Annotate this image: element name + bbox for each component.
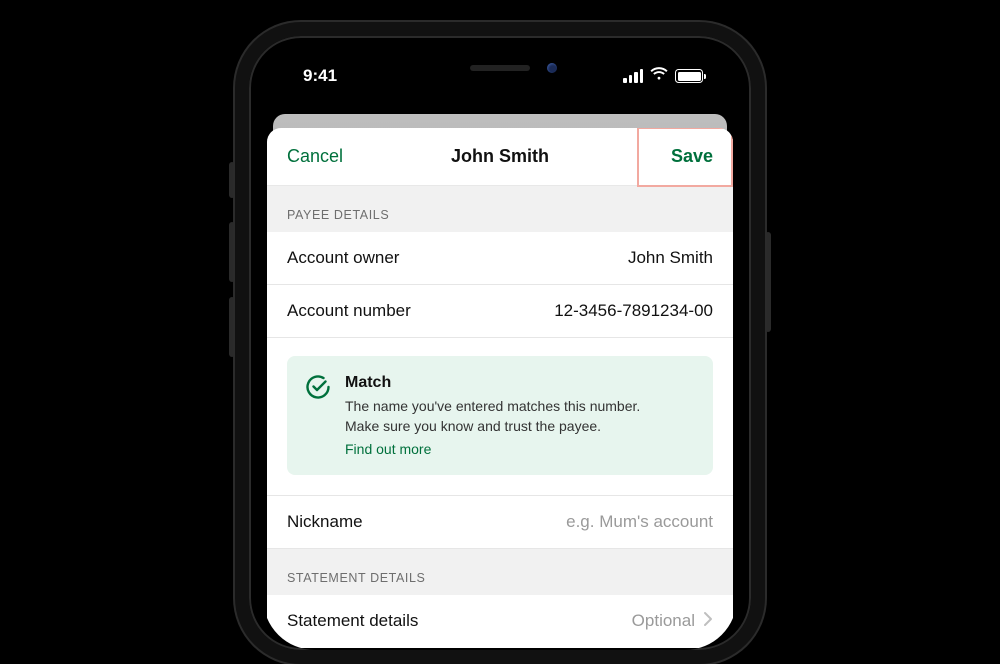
section-header-payee: PAYEE DETAILS — [267, 186, 733, 232]
cellular-signal-icon — [623, 69, 643, 83]
wifi-icon — [650, 66, 668, 86]
match-text-line2: Make sure you know and trust the payee. — [345, 418, 601, 434]
nav-bar: Cancel John Smith Save — [267, 128, 733, 186]
row-account-number: Account number 12-3456-7891234-00 — [267, 285, 733, 338]
status-bar: 9:41 — [263, 50, 737, 102]
save-button[interactable]: Save — [671, 146, 713, 167]
chevron-right-icon — [703, 611, 713, 632]
cancel-button[interactable]: Cancel — [287, 146, 343, 167]
account-number-label: Account number — [287, 301, 411, 321]
row-account-owner: Account owner John Smith — [267, 232, 733, 285]
match-title: Match — [345, 374, 640, 392]
account-owner-label: Account owner — [287, 248, 399, 268]
row-statement-details[interactable]: Statement details Optional — [267, 595, 733, 648]
section-header-statement: STATEMENT DETAILS — [267, 549, 733, 595]
modal-sheet: Cancel John Smith Save PAYEE DETAILS Acc… — [267, 128, 733, 648]
status-time: 9:41 — [303, 66, 337, 86]
match-box: Match The name you've entered matches th… — [287, 356, 713, 475]
match-container: Match The name you've entered matches th… — [267, 338, 733, 496]
statement-details-label: Statement details — [287, 611, 418, 631]
account-owner-value: John Smith — [628, 248, 713, 268]
statement-details-value: Optional — [632, 611, 695, 631]
check-circle-icon — [305, 374, 331, 459]
find-out-more-link[interactable]: Find out more — [345, 441, 431, 457]
row-nickname[interactable]: Nickname — [267, 496, 733, 549]
account-number-value: 12-3456-7891234-00 — [554, 301, 713, 321]
match-text-line1: The name you've entered matches this num… — [345, 398, 640, 414]
battery-icon — [675, 69, 703, 83]
page-title: John Smith — [451, 146, 549, 167]
nickname-input[interactable] — [375, 512, 713, 532]
nickname-label: Nickname — [287, 512, 363, 532]
